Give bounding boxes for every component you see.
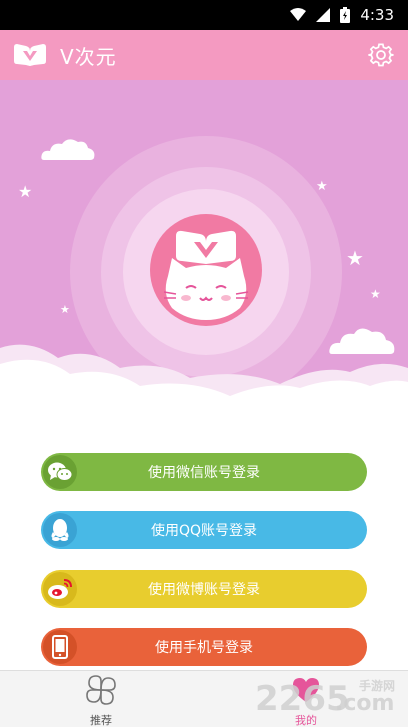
app-bar: V次元 (0, 30, 408, 80)
watermark-sub: 手游网 (359, 678, 395, 693)
tab-recommend-label: 推荐 (90, 714, 112, 727)
weibo-icon (43, 572, 77, 606)
weibo-login-button[interactable]: 使用微博账号登录 (41, 570, 367, 608)
star-decoration: ★ (316, 179, 328, 194)
status-time: 4:33 (360, 6, 394, 24)
cloud-decoration (41, 139, 95, 160)
cloud-band (0, 344, 408, 420)
signal-icon (316, 8, 331, 22)
star-decoration: ★ (18, 182, 33, 201)
status-bar: 4:33 (0, 0, 408, 30)
qq-icon (43, 513, 77, 547)
phone-icon (43, 630, 77, 664)
mascot-avatar (150, 214, 262, 326)
star-decoration: ★ (370, 287, 381, 301)
wechat-login-button[interactable]: 使用微信账号登录 (41, 453, 367, 491)
weibo-login-label: 使用微博账号登录 (148, 582, 260, 598)
phone-login-label: 使用手机号登录 (155, 640, 253, 656)
app-title: V次元 (60, 44, 117, 69)
star-decoration: ★ (346, 246, 364, 270)
gear-icon[interactable] (368, 42, 394, 68)
battery-icon (340, 7, 351, 23)
qq-login-button[interactable]: 使用QQ账号登录 (41, 511, 367, 549)
wechat-login-label: 使用微信账号登录 (148, 465, 260, 481)
clover-icon (86, 675, 116, 709)
tab-recommend[interactable]: 推荐 (71, 675, 131, 727)
qq-login-label: 使用QQ账号登录 (150, 523, 258, 539)
watermark-domain: .com (335, 691, 394, 716)
site-watermark: 2265 .com 手游网 (255, 678, 395, 719)
v-logo-icon (12, 41, 48, 69)
star-decoration: ★ (60, 303, 70, 316)
wechat-icon (43, 455, 77, 489)
wifi-icon (290, 8, 307, 22)
phone-login-button[interactable]: 使用手机号登录 (41, 628, 367, 666)
